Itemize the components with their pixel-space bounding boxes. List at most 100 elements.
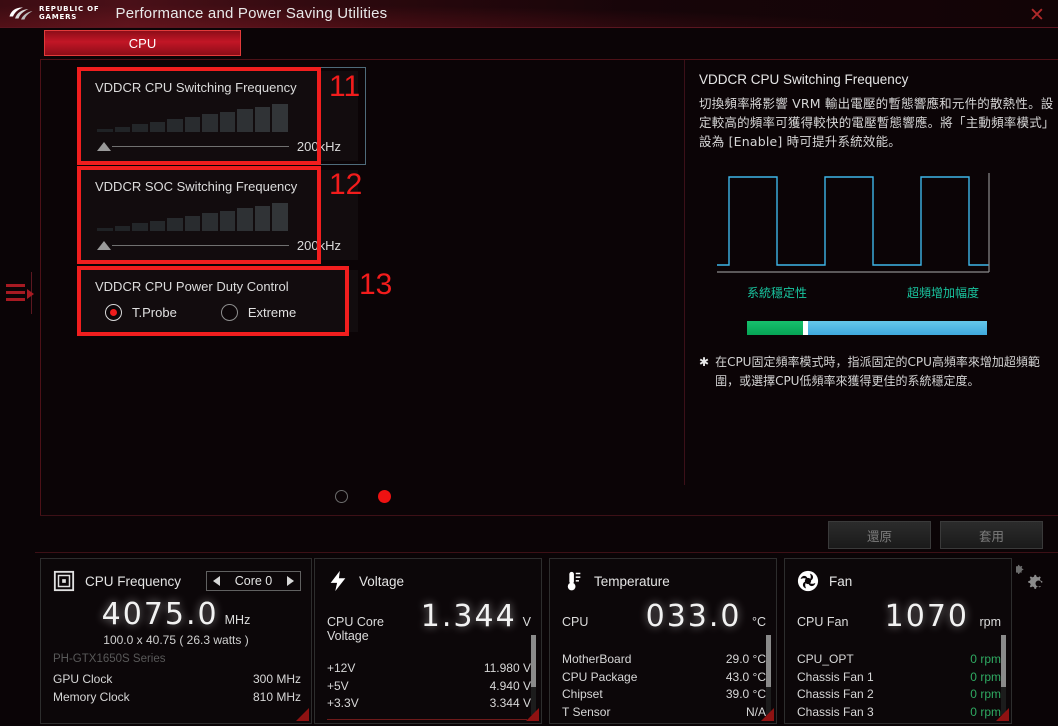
resize-corner-icon[interactable] — [526, 708, 539, 721]
chevron-right-icon[interactable] — [287, 576, 294, 586]
row-value: 39.0 °C — [725, 687, 766, 701]
row-value: 3.344 V — [489, 696, 531, 710]
row-value: 43.0 °C — [725, 669, 766, 684]
menu-expand-icon[interactable] — [6, 282, 36, 304]
gear-settings-icon[interactable] — [1014, 564, 1050, 594]
monitor-row: GPU Clock 300 MHz — [53, 671, 301, 689]
window-header: Republic of Gamers Performance and Power… — [0, 0, 1058, 28]
monitor-top-divider — [35, 552, 1058, 553]
rog-logo: Republic of Gamers — [8, 5, 100, 21]
row-value: 4.940 V — [489, 678, 531, 693]
monitor-row: CPU_OPT 0 rpm — [797, 651, 1001, 669]
apply-button-label: 套用 — [978, 528, 1004, 544]
monitor-panel-voltage: Voltage CPU Core Voltage 1.344 V +12V 11.… — [314, 558, 542, 724]
monitor-row: Chipset 39.0 °C — [562, 686, 766, 704]
cpu-fan-label: CPU Fan — [797, 615, 849, 629]
panel-scrollbar[interactable] — [766, 635, 771, 715]
monitor-panel-title: Fan — [829, 573, 853, 589]
monitor-rows: GPU Clock 300 MHz Memory Clock 810 MHz — [41, 671, 311, 706]
monitor-row-ghost: PH-GTX1650S Series — [327, 723, 531, 724]
panel-scrollbar[interactable] — [1001, 635, 1006, 715]
row-value: 810 MHz — [252, 689, 301, 704]
monitor-row: Chassis Fan 2 0 rpm — [797, 686, 1001, 704]
page-title: Performance and Power Saving Utilities — [115, 5, 388, 22]
row-unit: rpm — [980, 669, 1001, 684]
action-bar: 還原 套用 — [40, 515, 1058, 555]
row-value: 0 — [970, 687, 977, 701]
annotation-number-12: 12 — [329, 168, 363, 201]
row-value: 0 — [970, 652, 977, 666]
rog-eye-icon — [8, 6, 34, 21]
row-label: Chipset — [562, 687, 603, 701]
monitor-row: Memory Clock 810 MHz — [53, 689, 301, 707]
tab-cpu[interactable]: CPU — [44, 30, 241, 56]
hardware-monitor: CPU Frequency Core 0 4075.0 MHz 100.0 x … — [0, 552, 1058, 726]
annotation-number-13: 13 — [359, 268, 393, 301]
page-indicator — [41, 490, 684, 503]
resize-corner-icon[interactable] — [761, 708, 774, 721]
monitor-panel-title: Temperature — [594, 573, 670, 589]
core-selector-label: Core 0 — [234, 574, 273, 588]
page-dot-2[interactable] — [377, 490, 391, 503]
cpu-core-voltage-value: 1.344 — [420, 599, 517, 634]
restore-button[interactable]: 還原 — [828, 521, 931, 549]
row-value: 29.0 °C — [725, 652, 766, 666]
cpu-frequency-icon — [53, 570, 75, 592]
close-icon[interactable]: ✕ — [1026, 4, 1048, 26]
cpu-fan-value: 1070 — [884, 599, 970, 634]
square-wave-diagram — [699, 173, 999, 273]
stability-overclock-bar — [747, 321, 987, 335]
row-label: Memory Clock — [53, 689, 130, 704]
monitor-panel-title: CPU Frequency — [85, 573, 182, 589]
help-title: VDDCR CPU Switching Frequency — [699, 72, 909, 87]
cpu-frequency-unit: MHz — [224, 613, 251, 627]
row-label: MotherBoard — [562, 652, 632, 666]
help-panel: VDDCR CPU Switching Frequency 切換頻率將影響 VR… — [699, 72, 1054, 391]
cpu-temperature-unit: °C — [751, 615, 766, 629]
chevron-left-icon[interactable] — [213, 576, 220, 586]
row-label: +3.3V — [327, 696, 359, 710]
tab-bar: CPU — [0, 28, 1058, 60]
main-content: VDDCR CPU Switching Frequency 200kHz 11 … — [40, 60, 1058, 515]
help-footnote-text: 在CPU固定頻率模式時，指派固定的CPU高頻率來增加超頻範圍，或選擇CPU低頻率… — [715, 355, 1040, 388]
row-label: CPU Package — [562, 669, 638, 684]
resize-corner-icon[interactable] — [296, 708, 309, 721]
monitor-row: Chassis Fan 1 0 rpm — [797, 669, 1001, 687]
row-label: CPU_OPT — [797, 652, 854, 666]
cpu-frequency-value: 4075.0 — [101, 597, 219, 632]
monitor-row: +12V 11.980 V — [327, 660, 531, 678]
cpu-temperature-label: CPU — [562, 615, 589, 629]
monitor-rows: MotherBoard 29.0 °C CPU Package 43.0 °C … — [550, 651, 776, 721]
resize-corner-icon[interactable] — [996, 708, 1009, 721]
row-label: +12V — [327, 661, 356, 675]
monitor-row: +3.3V 3.344 V — [327, 695, 531, 713]
settings-list: VDDCR CPU Switching Frequency 200kHz 11 … — [41, 60, 684, 503]
cpu-core-voltage-label: CPU Core Voltage — [327, 615, 384, 643]
monitor-row: T Sensor N/A — [562, 704, 766, 722]
row-value: 11.980 V — [483, 661, 531, 675]
restore-button-label: 還原 — [866, 528, 892, 544]
annotation-box-11 — [77, 67, 321, 165]
monitor-row: MotherBoard 29.0 °C — [562, 651, 766, 669]
annotation-box-12 — [77, 166, 321, 264]
panel-scrollbar[interactable] — [531, 635, 536, 715]
cpu-core-voltage-unit: V — [522, 615, 531, 629]
row-value: 0 — [970, 669, 977, 684]
apply-button[interactable]: 套用 — [940, 521, 1043, 549]
help-footnote: ✱ 在CPU固定頻率模式時，指派固定的CPU高頻率來增加超頻範圍，或選擇CPU低… — [699, 353, 1054, 391]
gradient-left-label: 系統穩定性 — [747, 286, 808, 300]
monitor-rows: CPU_OPT 0 rpm Chassis Fan 1 0 rpm Chassi… — [785, 651, 1011, 721]
annotation-box-13 — [77, 266, 349, 336]
tab-cpu-label: CPU — [128, 35, 157, 51]
row-value: 0 — [970, 704, 977, 719]
help-description: 切換頻率將影響 VRM 輸出電壓的暫態響應和元件的散熱性。設定較高的頻率可獲得較… — [699, 96, 1054, 149]
monitor-panel-cpu-frequency: CPU Frequency Core 0 4075.0 MHz 100.0 x … — [40, 558, 312, 724]
row-label: T Sensor — [562, 704, 611, 719]
gradient-labels: 系統穩定性 超頻增加幅度 — [699, 285, 999, 321]
core-selector[interactable]: Core 0 — [206, 571, 301, 591]
page-dot-1[interactable] — [334, 490, 348, 503]
asterisk-icon: ✱ — [699, 355, 710, 369]
annotation-number-11: 11 — [329, 70, 361, 103]
monitor-row: +5V 4.940 V — [327, 678, 531, 696]
voltage-bolt-icon — [327, 570, 349, 592]
